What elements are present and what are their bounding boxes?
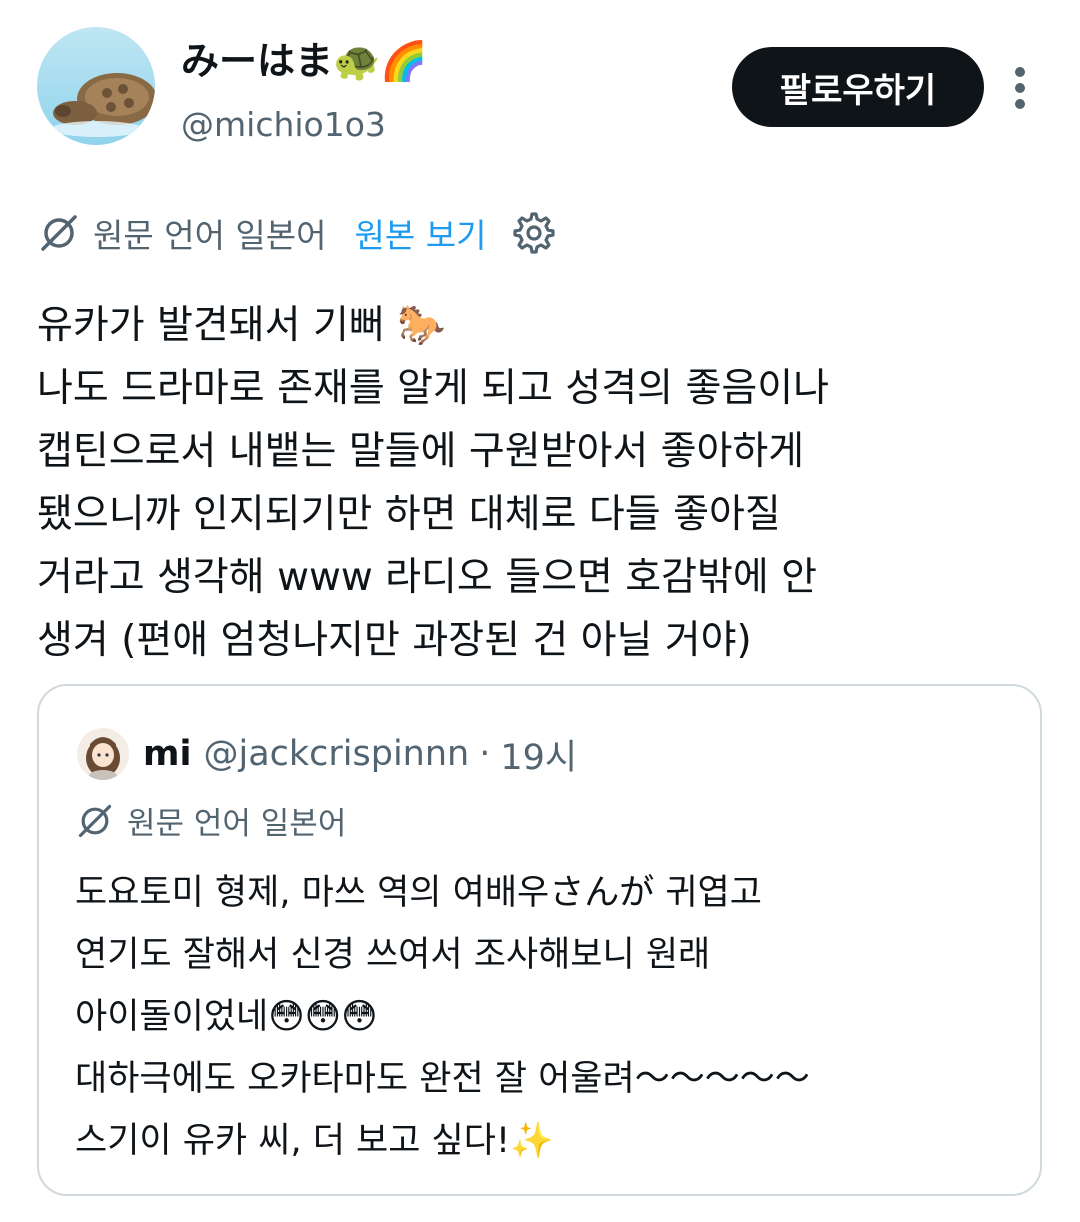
quoted-translation-label: 원문 언어 일본어 [127, 806, 347, 842]
tweet-body-text: 유카가 발견돼서 기뻐 🐎 나도 드라마로 존재를 알게 되고 성격의 좋음이나… [37, 303, 829, 663]
author-handle[interactable]: @michio1o3 [181, 103, 386, 147]
author-display-name[interactable]: みーはま🐢🌈 [181, 35, 428, 87]
translate-icon [41, 215, 77, 251]
quoted-author-handle[interactable]: @jackcrispinnn [203, 734, 469, 774]
quoted-translation-bar: 원문 언어 일본어 [75, 798, 346, 843]
separator-dot: · [479, 734, 491, 774]
quoted-tweet-timestamp[interactable]: 19시 [500, 729, 577, 780]
author-avatar[interactable] [37, 27, 155, 145]
quoted-tweet-text: 도요토미 형제, 마쓰 역의 여배우さんが 귀엽고 연기도 잘해서 신경 쓰여서… [75, 873, 810, 1161]
translate-icon [78, 804, 112, 837]
translation-source-label: 원문 언어 일본어 [93, 216, 327, 255]
follow-button[interactable]: 팔로우하기 [732, 47, 984, 127]
quoted-tweet-card[interactable]: mi @jackcrispinnn · 19시 원문 언어 일본어 도요토미 형… [37, 684, 1042, 1196]
more-options-button[interactable] [1000, 60, 1040, 116]
gear-icon[interactable] [512, 211, 556, 255]
quoted-author-avatar[interactable] [77, 728, 129, 780]
quoted-author-name[interactable]: mi [143, 734, 191, 774]
turtle-avatar-image [37, 27, 155, 145]
more-vertical-icon [1015, 67, 1025, 109]
translation-bar: 원문 언어 일본어 원본 보기 [37, 207, 556, 259]
girl-avatar-image [77, 728, 129, 780]
quoted-tweet-header: mi @jackcrispinnn · 19시 [77, 728, 577, 780]
view-original-link[interactable]: 원본 보기 [355, 209, 487, 257]
